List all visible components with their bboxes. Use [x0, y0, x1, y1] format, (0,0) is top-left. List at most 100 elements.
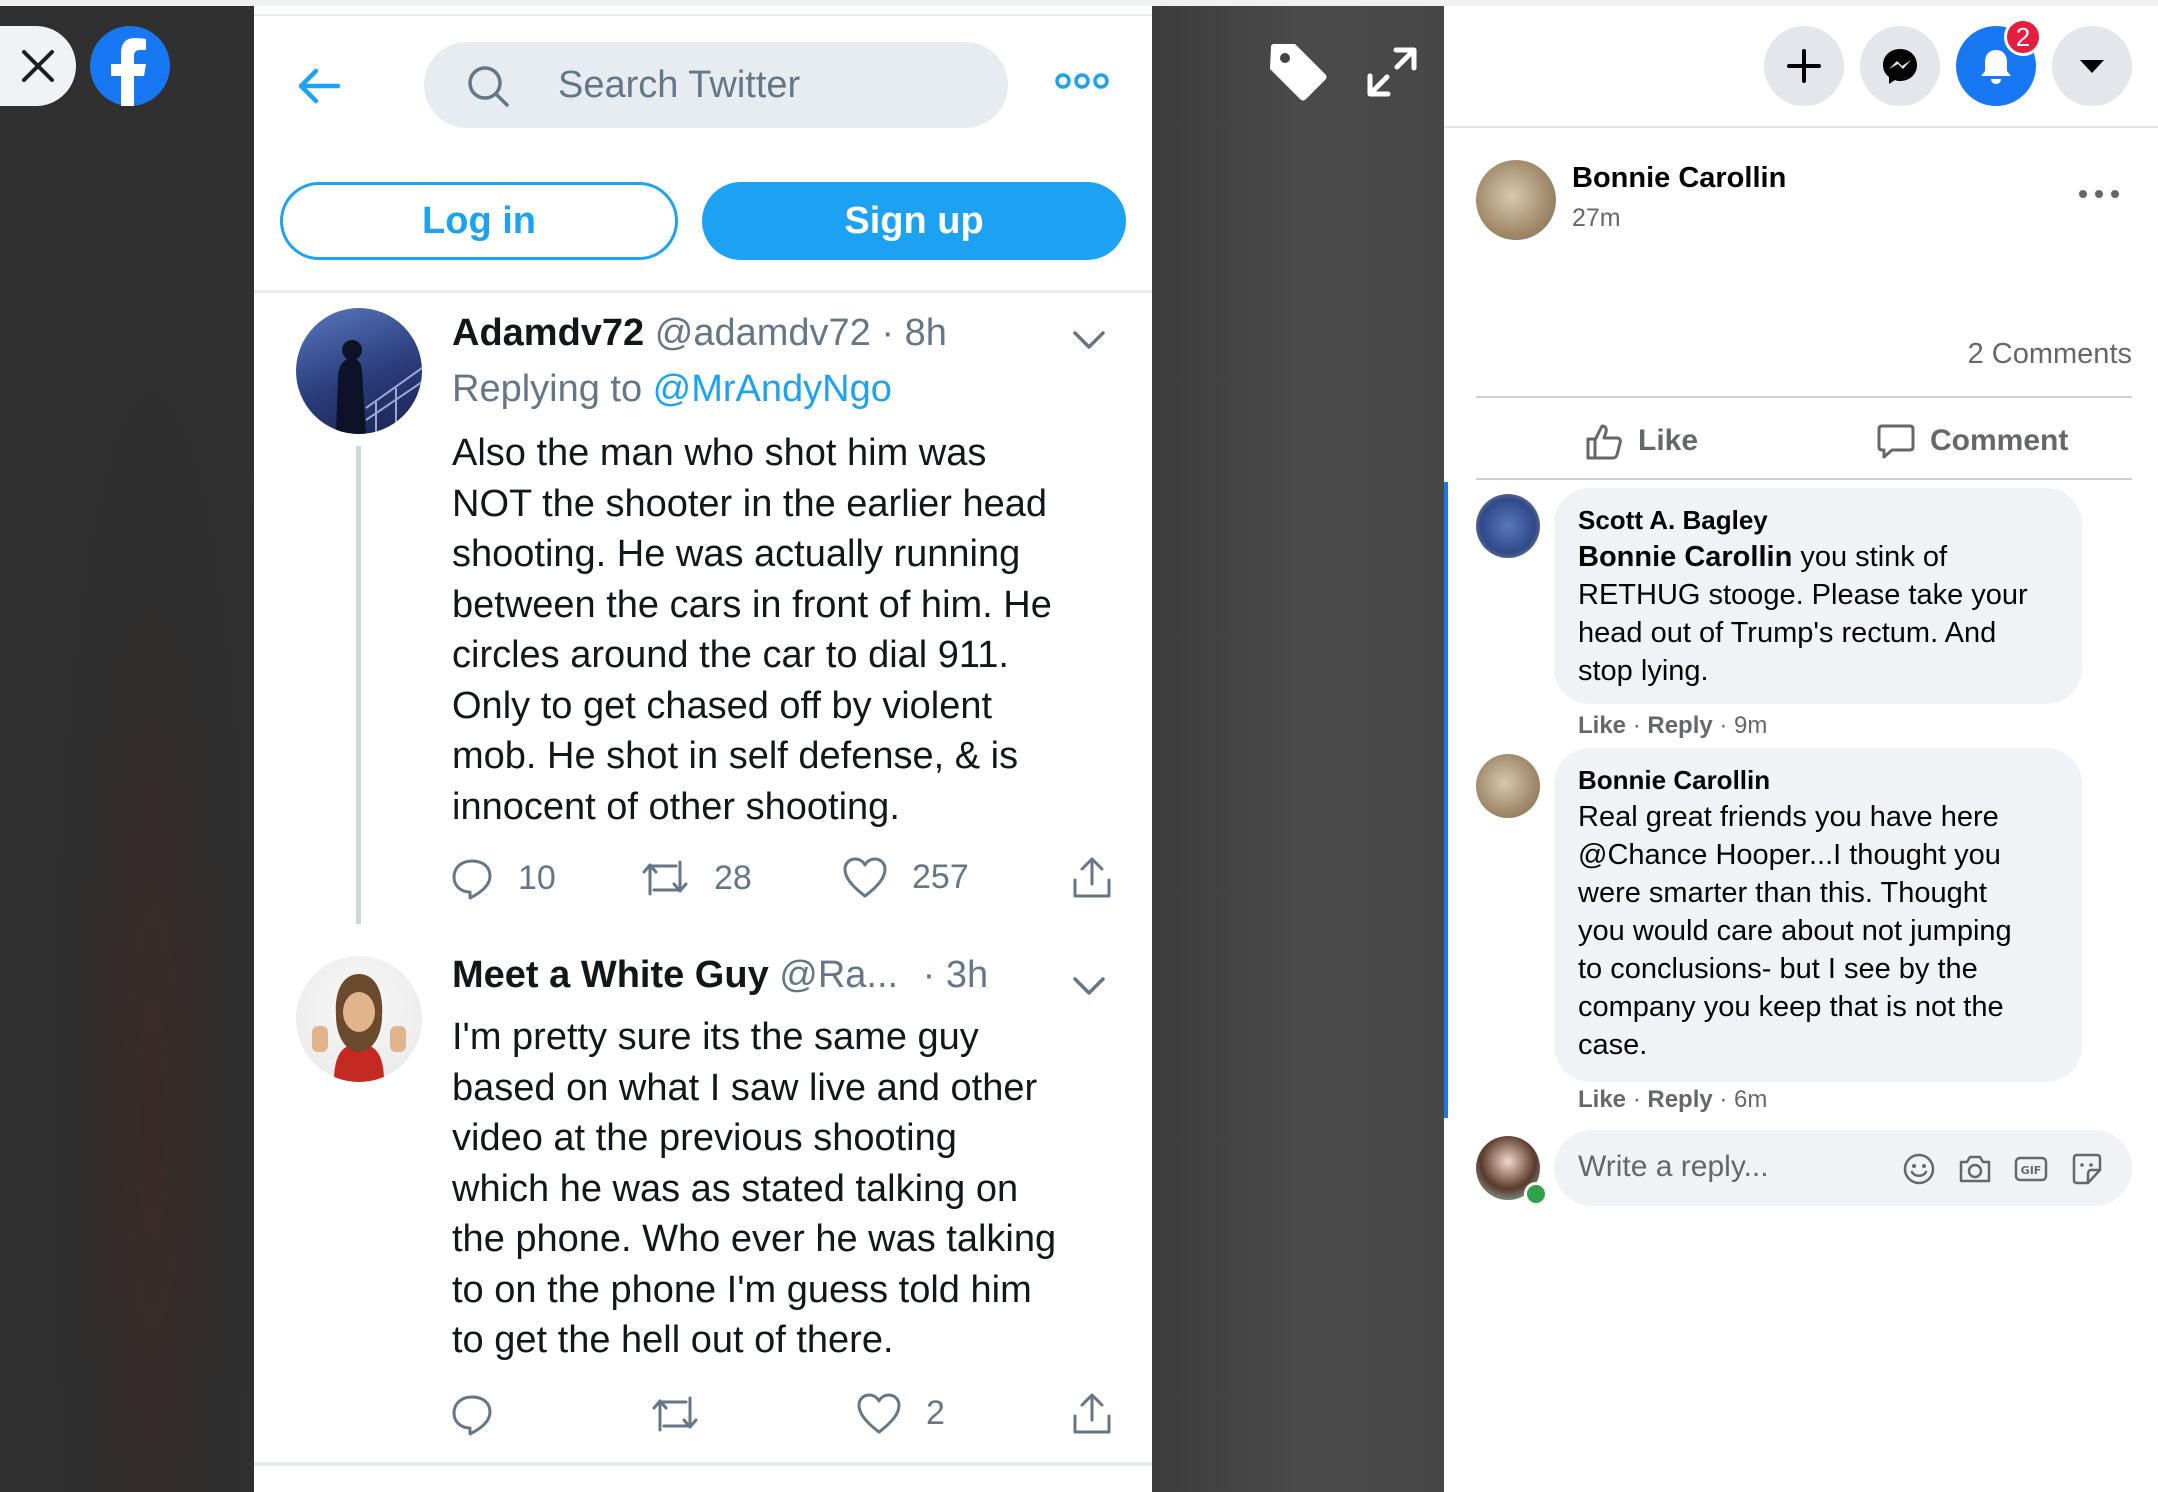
like-button[interactable]: 2: [856, 1392, 945, 1434]
comment-count[interactable]: 2 Comments: [1968, 338, 2132, 371]
photo-viewer: Search Twitter Log in Sign up Adamdv72 @…: [0, 0, 1444, 1492]
avatar[interactable]: [1476, 494, 1540, 558]
divider: [1444, 126, 2158, 128]
plus-icon: [1787, 49, 1821, 83]
like-count: 2: [926, 1393, 945, 1432]
share-icon[interactable]: [1070, 1392, 1114, 1436]
comment-reply-link[interactable]: Reply: [1647, 1086, 1712, 1113]
like-button[interactable]: 257: [842, 856, 969, 898]
more-options-icon[interactable]: [1054, 66, 1110, 96]
reply-placeholder: Write a reply...: [1578, 1150, 1769, 1183]
like-count: 257: [912, 857, 969, 896]
comment-mention[interactable]: Bonnie Carollin: [1578, 541, 1792, 573]
replying-to: Replying to @MrAndyNgo: [452, 368, 892, 411]
reply-input[interactable]: Write a reply... GIF: [1554, 1130, 2132, 1206]
like-button[interactable]: Like: [1584, 416, 1698, 466]
share-icon[interactable]: [1070, 856, 1114, 900]
tweet-text-line: I'm pretty sure its the same guy: [452, 1016, 979, 1058]
comment-text-line: were smarter than this. Thought: [1578, 877, 1987, 909]
comment-text-line: RETHUG stooge. Please take your: [1578, 579, 2028, 611]
avatar[interactable]: [1476, 754, 1540, 818]
comment-text-line: @Chance Hooper...I thought you: [1578, 839, 2001, 871]
account-menu-button[interactable]: [2052, 26, 2132, 106]
comment-text-line: stop lying.: [1578, 655, 1709, 687]
notifications-button[interactable]: 2: [1956, 18, 2042, 106]
avatar[interactable]: [1476, 1136, 1548, 1206]
comment-text-line: case.: [1578, 1029, 1648, 1061]
comment-like-link[interactable]: Like: [1578, 1086, 1626, 1113]
comment-label: Comment: [1930, 424, 2069, 457]
login-button[interactable]: Log in: [280, 182, 678, 260]
comment-text-line: company you keep that is not the: [1578, 991, 2004, 1023]
avatar[interactable]: [296, 956, 422, 1082]
caret-down-icon: [2080, 60, 2104, 73]
comment-text-line: you would care about not jumping: [1578, 915, 2012, 947]
post-time[interactable]: 27m: [1572, 204, 1621, 233]
close-icon: [22, 50, 54, 82]
tweet-text-line: the phone. Who ever he was talking: [452, 1218, 1057, 1260]
tag-photo-button[interactable]: [1262, 36, 1334, 108]
more-options-icon[interactable]: [2074, 184, 2124, 204]
camera-icon[interactable]: [1956, 1150, 1994, 1188]
blurred-background-right: [1152, 0, 1444, 1492]
heart-icon: [843, 857, 887, 898]
tweet-text-line: circles around the car to dial 911.: [452, 634, 1009, 676]
post-author-name[interactable]: Bonnie Carollin: [1572, 162, 1786, 195]
comment-text: Bonnie Carollin you stink of RETHUG stoo…: [1578, 538, 2058, 690]
tweet-text: I'm pretty sure its the same guy based o…: [452, 1012, 1122, 1366]
reply-button[interactable]: [450, 1392, 518, 1436]
tweet-header: Adamdv72 @adamdv72 · 8h: [452, 312, 947, 355]
comment-time[interactable]: 9m: [1734, 712, 1767, 739]
comment-button[interactable]: Comment: [1876, 416, 2068, 466]
chevron-down-icon[interactable]: [1072, 974, 1106, 998]
tweet-actions: 2: [450, 1392, 1111, 1442]
chevron-down-icon[interactable]: [1072, 328, 1106, 352]
comment-time[interactable]: 6m: [1734, 1086, 1767, 1113]
emoji-icon[interactable]: [1900, 1150, 1938, 1188]
comment-meta: Like · Reply · 9m: [1578, 712, 1768, 739]
comment-text-line: to conclusions- but I see by the: [1578, 953, 1978, 985]
tweet-author-name[interactable]: Adamdv72: [452, 312, 644, 354]
fullscreen-button[interactable]: [1356, 36, 1428, 108]
reply-count: 10: [518, 858, 556, 897]
tweet-text-line: innocent of other shooting.: [452, 785, 900, 828]
gif-icon[interactable]: GIF: [2012, 1150, 2050, 1188]
sticker-icon[interactable]: [2068, 1150, 2106, 1188]
thread-line: [356, 446, 361, 924]
messenger-button[interactable]: [1860, 26, 1940, 106]
divider: [254, 14, 1152, 16]
tweet-text: Also the man who shot him was NOT the sh…: [452, 428, 1122, 832]
create-button[interactable]: [1764, 26, 1844, 106]
avatar[interactable]: [296, 308, 422, 434]
like-label: Like: [1638, 424, 1699, 457]
retweet-button[interactable]: [650, 1392, 724, 1436]
tweet-text-line: to on the phone I'm guess told him: [452, 1268, 1032, 1311]
retweet-button[interactable]: 28: [640, 856, 752, 900]
tweet-author-name[interactable]: Meet a White Guy: [452, 954, 769, 996]
comment-bubble: Scott A. Bagley Bonnie Carollin you stin…: [1554, 488, 2082, 704]
signup-button[interactable]: Sign up: [702, 182, 1126, 260]
comment-text: Real great friends you have here @Chance…: [1578, 798, 2058, 1064]
svg-text:GIF: GIF: [2021, 1164, 2042, 1177]
reply-icon: [452, 859, 492, 900]
tweet-text-line: Also the man who shot him was: [452, 432, 987, 474]
divider: [254, 290, 1152, 293]
comment-author[interactable]: Scott A. Bagley: [1578, 502, 2058, 538]
twitter-search-bar[interactable]: Search Twitter: [424, 42, 1008, 128]
focus-indicator: [1444, 482, 1448, 1118]
tweet-actions: 10 28 257: [450, 856, 1111, 906]
tweet-author-handle[interactable]: @adamdv72: [655, 312, 871, 354]
avatar[interactable]: [1476, 160, 1556, 240]
retweet-icon: [642, 860, 688, 896]
twitter-screenshot: Search Twitter Log in Sign up Adamdv72 @…: [254, 6, 1152, 1492]
tweet-author-handle[interactable]: @Ra...: [779, 954, 898, 996]
comment-reply-link[interactable]: Reply: [1647, 712, 1712, 739]
comment-author[interactable]: Bonnie Carollin: [1578, 762, 2058, 798]
avatar-image: [312, 974, 406, 1082]
reply-button[interactable]: 10: [450, 856, 556, 900]
replying-to-link[interactable]: @MrAndyNgo: [653, 368, 892, 410]
facebook-home-button[interactable]: [90, 26, 170, 106]
back-arrow-icon[interactable]: [294, 61, 344, 111]
divider: [254, 1462, 1152, 1466]
comment-like-link[interactable]: Like: [1578, 712, 1626, 739]
